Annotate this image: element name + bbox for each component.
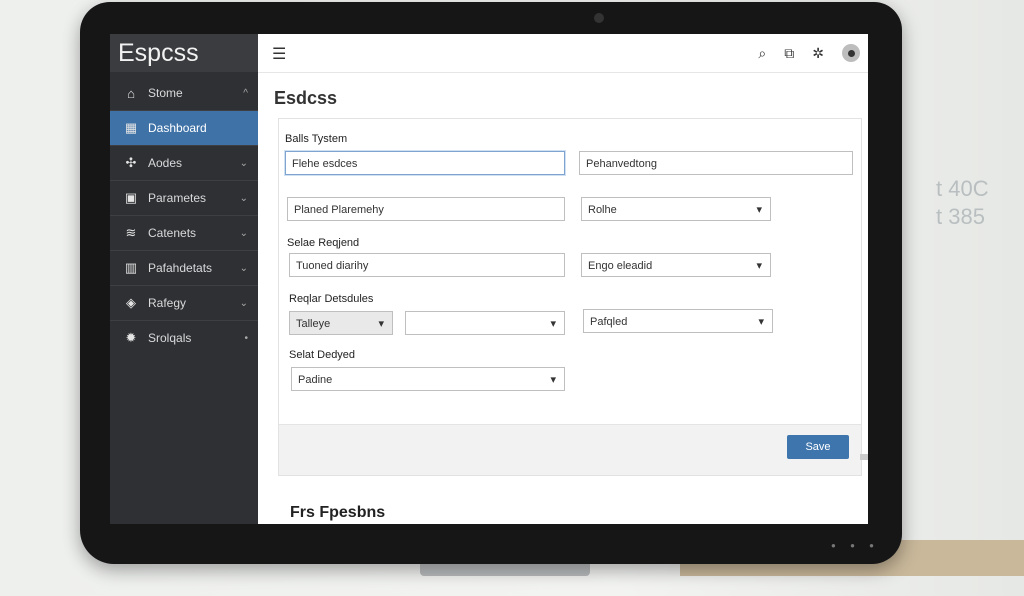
section-label: Reqlar Detsdules: [289, 293, 374, 305]
wall-text-2: t 385: [936, 204, 985, 229]
window-icon[interactable]: ⧉: [784, 45, 794, 62]
section-label: Selae Reqjend: [287, 237, 360, 249]
sidebar-item-label: Rafegy: [148, 296, 187, 310]
select-4[interactable]: [405, 311, 565, 336]
sidebar-item-pafahdetats[interactable]: ▥ Pafahdetats ⌄: [110, 251, 258, 286]
webcam: [594, 13, 604, 23]
chevron-up-icon: ^: [243, 87, 248, 99]
select-1[interactable]: Rolhe: [581, 197, 771, 222]
chevron-down-icon: ⌄: [239, 227, 248, 239]
sidebar-item-srolqals[interactable]: ✹ Srolqals •: [110, 321, 258, 355]
wall-text-1: t 40C: [936, 176, 989, 201]
avatar[interactable]: [842, 44, 860, 62]
shield-icon: ◈: [126, 295, 136, 310]
main-content: ☰ ⌕ ⧉ ✲ Esdcss Balls Tystem Flehe esdces…: [258, 34, 868, 524]
select-2[interactable]: Engo eleadid: [581, 253, 771, 278]
chevron-down-icon: ⌄: [239, 157, 248, 169]
chevron-down-icon: ⌄: [239, 297, 248, 309]
section-label: Selat Dedyed: [289, 349, 356, 361]
chevron-down-icon: ⌄: [239, 262, 248, 274]
sidebar-item-label: Pafahdetats: [148, 261, 213, 275]
sidebar: Espcss ⌂ Stome ^ ▦ Dashboard ✣ Aodes ⌄ ▣…: [110, 34, 258, 524]
select-6[interactable]: Padine: [291, 367, 565, 392]
sidebar-item-label: Parametes: [148, 191, 207, 205]
app-brand: Espcss: [110, 34, 258, 72]
sidebar-item-label: Dashboard: [148, 121, 207, 135]
sidebar-item-dashboard[interactable]: ▦ Dashboard: [110, 111, 258, 146]
sidebar-item-label: Stome: [148, 86, 183, 100]
sidebar-item-catenets[interactable]: ≋ Catenets ⌄: [110, 216, 258, 251]
sidebar-item-parametes[interactable]: ▣ Parametes ⌄: [110, 181, 258, 216]
gear-icon: ✹: [125, 330, 137, 345]
save-button[interactable]: Save: [787, 435, 849, 459]
page-title: Esdcss: [274, 88, 338, 108]
home-icon: ⌂: [127, 85, 135, 101]
dashboard-icon: ▦: [124, 120, 138, 135]
select-3[interactable]: Talleye: [289, 311, 393, 336]
bezel-buttons: ● ● ●: [831, 541, 880, 550]
search-icon[interactable]: ⌕: [758, 45, 766, 62]
top-bar: ☰ ⌕ ⧉ ✲: [258, 34, 868, 73]
menu-icon[interactable]: ☰: [272, 44, 286, 64]
sidebar-item-rafegy[interactable]: ◈ Rafegy ⌄: [110, 286, 258, 321]
text-field-1[interactable]: Flehe esdces: [285, 151, 565, 175]
sidebar-item-aodes[interactable]: ✣ Aodes ⌄: [110, 146, 258, 181]
sidebar-item-stome[interactable]: ⌂ Stome ^: [110, 76, 258, 111]
nodes-icon: ✣: [125, 155, 137, 170]
text-field-3[interactable]: Planed Plaremehy: [287, 197, 565, 221]
text-field-4[interactable]: Tuoned diarihy: [289, 253, 565, 277]
text-field-2[interactable]: Pehanvedtong: [579, 151, 853, 175]
database-icon: ≋: [125, 225, 137, 240]
form-panel: Balls Tystem Flehe esdces Pehanvedtong P…: [278, 118, 862, 476]
sidebar-item-label: Aodes: [148, 156, 183, 170]
settings-icon[interactable]: ✲: [812, 45, 824, 62]
screen: Espcss ⌂ Stome ^ ▦ Dashboard ✣ Aodes ⌄ ▣…: [110, 34, 868, 524]
top-icons: ⌕ ⧉ ✲: [758, 44, 860, 62]
dot-icon: •: [244, 332, 248, 344]
chevron-down-icon: ⌄: [239, 192, 248, 204]
sidebar-item-label: Catenets: [148, 226, 197, 240]
scrollbar-thumb[interactable]: [860, 454, 868, 460]
parameters-icon: ▣: [124, 190, 138, 205]
select-5[interactable]: Pafqled: [583, 309, 773, 334]
section-heading: Frs Fpesbns: [290, 504, 386, 521]
sidebar-item-label: Srolqals: [148, 331, 192, 345]
files-icon: ▥: [124, 260, 138, 275]
form-footer: Save: [279, 424, 861, 475]
section-label: Balls Tystem: [285, 133, 348, 145]
